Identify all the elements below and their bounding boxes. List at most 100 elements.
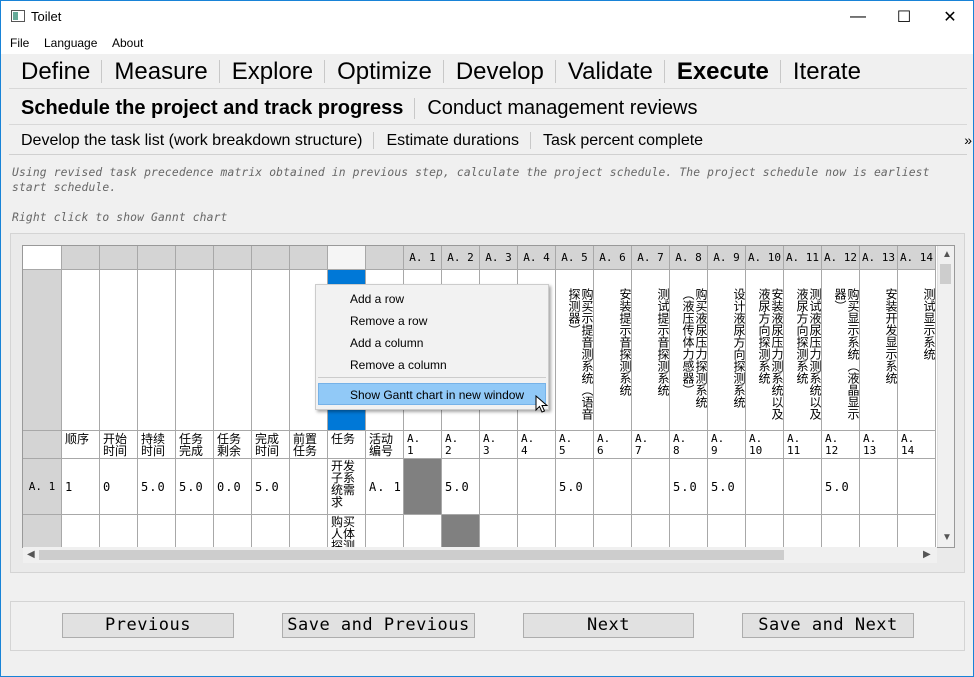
data-cell[interactable] xyxy=(404,459,442,515)
column-header[interactable] xyxy=(366,246,404,270)
row-header[interactable]: A. 1 xyxy=(23,459,62,515)
column-header[interactable]: A. 3 xyxy=(480,246,518,270)
column-header[interactable]: A. 14 xyxy=(898,246,936,270)
column-header[interactable]: A. 13 xyxy=(860,246,898,270)
overflow-chevron-icon[interactable]: » xyxy=(964,132,972,148)
data-cell[interactable]: 5.0 xyxy=(442,459,480,515)
data-cell[interactable] xyxy=(518,515,556,547)
column-header[interactable] xyxy=(176,246,214,270)
context-show-gantt[interactable]: Show Gantt chart in new window xyxy=(350,384,524,406)
task-name-cell[interactable]: 安装液尿压力测系统以及液尿方向探测系统 xyxy=(746,270,784,431)
data-cell[interactable] xyxy=(518,459,556,515)
data-cell[interactable]: A. 1 xyxy=(366,459,404,515)
data-cell[interactable] xyxy=(898,459,936,515)
task-name-cell[interactable] xyxy=(176,270,214,431)
data-cell[interactable] xyxy=(214,515,252,547)
vertical-scrollbar[interactable]: ▲ ▼ xyxy=(937,246,954,547)
row3-tab-0[interactable]: Develop the task list (work breakdown st… xyxy=(9,127,375,154)
data-cell[interactable] xyxy=(176,515,214,547)
data-cell[interactable] xyxy=(442,515,480,547)
row1-tab-4[interactable]: Develop xyxy=(444,55,556,88)
column-header[interactable] xyxy=(100,246,138,270)
vertical-scroll-thumb[interactable] xyxy=(940,264,951,284)
data-cell[interactable] xyxy=(594,515,632,547)
column-header[interactable]: A. 9 xyxy=(708,246,746,270)
data-cell[interactable] xyxy=(632,515,670,547)
task-name-cell[interactable] xyxy=(138,270,176,431)
scroll-down-icon[interactable]: ▼ xyxy=(942,532,952,543)
data-cell[interactable]: 5.0 xyxy=(670,459,708,515)
row1-tab-6[interactable]: Execute xyxy=(665,55,781,88)
task-name-cell[interactable]: 安装开发显示系统 xyxy=(860,270,898,431)
column-header[interactable]: A. 7 xyxy=(632,246,670,270)
row2-tab-1[interactable]: Conduct management reviews xyxy=(415,93,709,124)
menu-file[interactable]: File xyxy=(10,36,29,50)
save-and-previous-button[interactable]: Save and Previous xyxy=(282,613,475,638)
data-cell[interactable]: 5.0 xyxy=(708,459,746,515)
data-cell[interactable] xyxy=(290,459,328,515)
column-header[interactable] xyxy=(214,246,252,270)
data-cell[interactable] xyxy=(138,515,176,547)
next-button[interactable]: Next xyxy=(523,613,694,638)
menu-language[interactable]: Language xyxy=(44,36,97,50)
column-header[interactable]: A. 1 xyxy=(404,246,442,270)
menu-about[interactable]: About xyxy=(112,36,143,50)
column-header[interactable]: A. 2 xyxy=(442,246,480,270)
column-header[interactable]: A. 8 xyxy=(670,246,708,270)
data-cell[interactable] xyxy=(556,515,594,547)
data-cell[interactable]: 5.0 xyxy=(176,459,214,515)
data-cell[interactable] xyxy=(366,515,404,547)
row2-tab-0[interactable]: Schedule the project and track progress xyxy=(9,93,416,124)
data-cell[interactable] xyxy=(784,459,822,515)
data-cell[interactable]: 5.0 xyxy=(822,459,860,515)
column-header[interactable]: A. 12 xyxy=(822,246,860,270)
close-button[interactable]: ✕ xyxy=(927,1,973,32)
task-name-cell[interactable]: 购买显示系统（液晶显示器） xyxy=(822,270,860,431)
column-header[interactable] xyxy=(252,246,290,270)
maximize-button[interactable]: ☐ xyxy=(881,1,927,32)
data-cell[interactable]: 5.0 xyxy=(252,459,290,515)
task-name-cell[interactable]: 测试提示音探测系统 xyxy=(632,270,670,431)
data-cell[interactable] xyxy=(746,459,784,515)
context-remove-row[interactable]: Remove a row xyxy=(350,310,427,332)
data-cell[interactable]: 开发子系统需求 xyxy=(328,459,366,515)
data-cell[interactable] xyxy=(746,515,784,547)
column-header[interactable] xyxy=(62,246,100,270)
data-cell[interactable] xyxy=(860,515,898,547)
data-cell[interactable] xyxy=(632,459,670,515)
row1-tab-0[interactable]: Define xyxy=(9,55,103,88)
column-header[interactable] xyxy=(290,246,328,270)
column-header[interactable]: A. 5 xyxy=(556,246,594,270)
column-header[interactable]: A. 4 xyxy=(518,246,556,270)
data-cell[interactable] xyxy=(480,459,518,515)
save-and-next-button[interactable]: Save and Next xyxy=(742,613,914,638)
data-cell[interactable] xyxy=(62,515,100,547)
row1-tab-5[interactable]: Validate xyxy=(556,55,665,88)
data-cell[interactable] xyxy=(404,515,442,547)
data-cell[interactable] xyxy=(252,515,290,547)
horizontal-scroll-thumb[interactable] xyxy=(39,550,784,560)
row1-tab-2[interactable]: Explore xyxy=(220,55,326,88)
context-remove-column[interactable]: Remove a column xyxy=(350,354,447,376)
task-name-cell[interactable]: 测试显示系统 xyxy=(898,270,936,431)
data-cell[interactable]: 0.0 xyxy=(214,459,252,515)
scroll-right-icon[interactable]: ▶ xyxy=(923,549,931,560)
task-name-cell[interactable]: 购买示提音测系统（语音探测器） xyxy=(556,270,594,431)
row1-tab-3[interactable]: Optimize xyxy=(325,55,444,88)
data-cell[interactable]: 0 xyxy=(100,459,138,515)
previous-button[interactable]: Previous xyxy=(62,613,234,638)
data-cell[interactable] xyxy=(594,459,632,515)
horizontal-scrollbar[interactable]: ◀ ▶ xyxy=(23,547,937,563)
row-header[interactable] xyxy=(23,515,62,547)
task-name-cell[interactable] xyxy=(100,270,138,431)
row1-tab-7[interactable]: Iterate xyxy=(781,55,873,88)
column-header[interactable] xyxy=(138,246,176,270)
data-cell[interactable] xyxy=(784,515,822,547)
data-cell[interactable] xyxy=(898,515,936,547)
task-name-cell[interactable] xyxy=(62,270,100,431)
task-name-cell[interactable]: 设计液尿方向探测系统 xyxy=(708,270,746,431)
row1-tab-1[interactable]: Measure xyxy=(102,55,221,88)
task-name-cell[interactable] xyxy=(252,270,290,431)
minimize-button[interactable]: — xyxy=(835,1,881,32)
task-name-cell[interactable] xyxy=(214,270,252,431)
